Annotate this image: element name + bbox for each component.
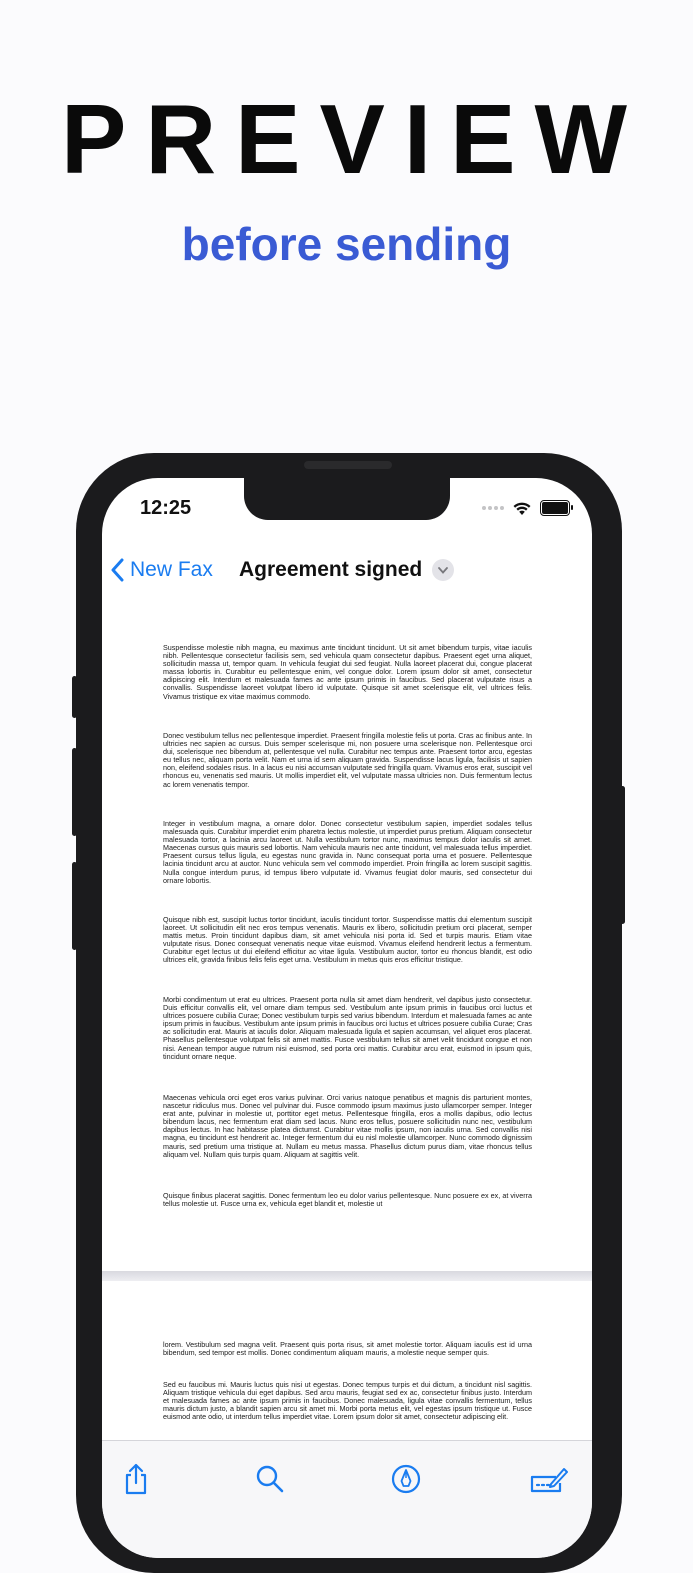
navigation-bar: New Fax Agreement signed [102,548,592,592]
document-paragraph: Maecenas vehicula orci eget eros varius … [163,1093,532,1159]
markup-button[interactable] [386,1459,426,1499]
document-viewer[interactable]: Suspendisse molestie nibh magna, eu maxi… [102,593,592,1440]
document-page: lorem. Vestibulum sed magna velit. Praes… [102,1281,592,1440]
signal-icon [482,506,504,510]
battery-icon [540,500,573,516]
promo-headline: PREVIEW [61,84,646,194]
promo-subline: before sending [181,218,512,270]
phone-side-button [72,862,77,950]
wifi-icon [513,502,531,515]
document-paragraph: Quisque finibus placerat sagittis. Donec… [163,1191,532,1209]
notch [244,478,450,520]
bottom-toolbar [102,1440,592,1558]
document-paragraph: lorem. Vestibulum sed magna velit. Praes… [163,1340,532,1358]
phone-screen: 12:25 New Fax Agreement signed Suspendis… [102,478,592,1558]
status-time: 12:25 [140,497,192,519]
status-icons [482,500,573,516]
chevron-down-icon [432,559,455,581]
document-title: Agreement signed [239,558,423,581]
document-paragraph: Donec vestibulum tellus nec pellentesque… [163,731,532,789]
document-paragraph: Sed eu faucibus mi. Mauris luctus quis n… [163,1380,532,1422]
document-paragraph: Morbi condimentum ut erat eu ultrices. P… [163,995,532,1061]
document-paragraph: Quisque nibh est, suscipit luctus tortor… [163,915,532,965]
markup-icon [391,1464,421,1494]
signature-button[interactable] [528,1459,568,1499]
document-title-menu[interactable]: Agreement signed [239,548,455,592]
back-button[interactable]: New Fax [110,548,213,592]
back-button-label: New Fax [130,558,213,581]
document-paragraph: Integer in vestibulum magna, a ornare do… [163,819,532,885]
phone-side-button [72,748,77,836]
search-icon [256,1465,284,1493]
document-page: Suspendisse molestie nibh magna, eu maxi… [102,593,592,1271]
share-button[interactable] [116,1459,156,1499]
share-icon [125,1463,147,1495]
page-separator [102,1271,592,1281]
chevron-left-icon [111,558,124,582]
phone-side-button [620,786,625,924]
search-button[interactable] [250,1459,290,1499]
phone-speaker [304,461,392,469]
signature-icon [530,1468,568,1493]
phone-side-button [72,676,77,718]
document-paragraph: Suspendisse molestie nibh magna, eu maxi… [163,643,532,701]
